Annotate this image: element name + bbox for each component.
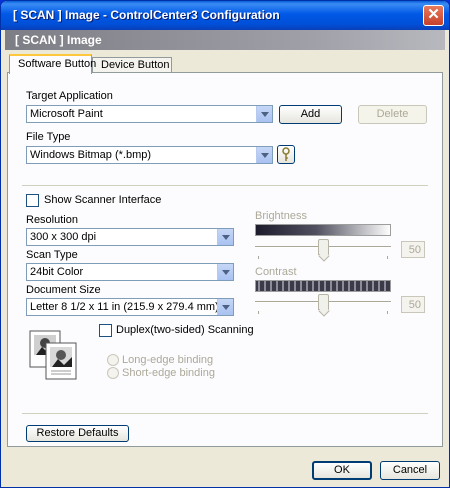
ok-button[interactable]: OK [312,461,372,480]
brightness-value-box[interactable]: 50 [401,241,425,258]
contrast-value-box[interactable]: 50 [401,296,425,313]
tab-label: Software Button [18,58,97,70]
delete-button[interactable]: Delete [358,105,427,124]
brightness-gradient-bar [255,224,391,236]
contrast-tick [387,311,388,314]
software-button-panel: Target Application Microsoft Paint Add D… [7,72,443,447]
scan-type-select[interactable]: 24bit Color [26,263,234,281]
scan-type-label: Scan Type [26,249,78,261]
file-type-label: File Type [26,131,71,143]
brightness-slider-thumb[interactable] [317,239,329,255]
resolution-select[interactable]: 300 x 300 dpi [26,228,234,246]
contrast-tick [258,311,259,314]
file-type-value: Windows Bitmap (*.bmp) [30,149,152,161]
chevron-down-icon[interactable] [256,147,272,163]
tab-label: Device Button [101,59,170,71]
configuration-window: [ SCAN ] Image - ControlCenter3 Configur… [0,0,450,488]
window-title: [ SCAN ] Image - ControlCenter3 Configur… [13,8,280,22]
brightness-tick [387,256,388,259]
contrast-pattern-bar [255,280,391,292]
tab-software-button[interactable]: Software Button [9,54,96,74]
title-bar[interactable]: [ SCAN ] Image - ControlCenter3 Configur… [1,1,449,30]
document-size-select[interactable]: Letter 8 1/2 x 11 in (215.9 x 279.4 mm) [26,298,234,316]
file-type-options-button[interactable] [277,145,295,164]
short-edge-binding-radio[interactable] [107,367,119,379]
resolution-value: 300 x 300 dpi [30,231,97,243]
brightness-label: Brightness [255,210,307,222]
short-edge-binding-label: Short-edge binding [122,367,215,379]
long-edge-binding-label: Long-edge binding [122,354,214,366]
brightness-tick [258,256,259,259]
divider [22,413,428,414]
contrast-slider-thumb[interactable] [317,294,329,310]
document-size-label: Document Size [26,284,101,296]
section-banner: [ SCAN ] Image [5,30,445,50]
long-edge-binding-radio[interactable] [107,354,119,366]
banner-title: [ SCAN ] Image [15,33,102,47]
tab-device-button[interactable]: Device Button [92,57,172,73]
restore-defaults-button[interactable]: Restore Defaults [26,425,129,442]
duplex-document-icon [29,330,77,380]
target-application-select[interactable]: Microsoft Paint [26,105,273,123]
key-icon [282,147,290,161]
cancel-button[interactable]: Cancel [380,461,440,480]
add-button[interactable]: Add [279,105,342,124]
show-scanner-interface-label: Show Scanner Interface [44,194,162,206]
contrast-label: Contrast [255,266,297,278]
target-application-label: Target Application [26,90,113,102]
divider [22,185,428,186]
scan-type-value: 24bit Color [30,266,84,278]
chevron-down-icon[interactable] [217,299,233,315]
document-size-value: Letter 8 1/2 x 11 in (215.9 x 279.4 mm) [30,301,219,313]
close-icon[interactable]: ✕ [423,5,444,26]
chevron-down-icon[interactable] [217,264,233,280]
duplex-scanning-label: Duplex(two-sided) Scanning [116,324,254,336]
file-type-select[interactable]: Windows Bitmap (*.bmp) [26,146,273,164]
target-application-value: Microsoft Paint [30,108,103,120]
duplex-scanning-checkbox[interactable] [99,324,112,337]
resolution-label: Resolution [26,214,78,226]
show-scanner-interface-checkbox[interactable] [26,194,39,207]
chevron-down-icon[interactable] [256,106,272,122]
chevron-down-icon[interactable] [217,229,233,245]
